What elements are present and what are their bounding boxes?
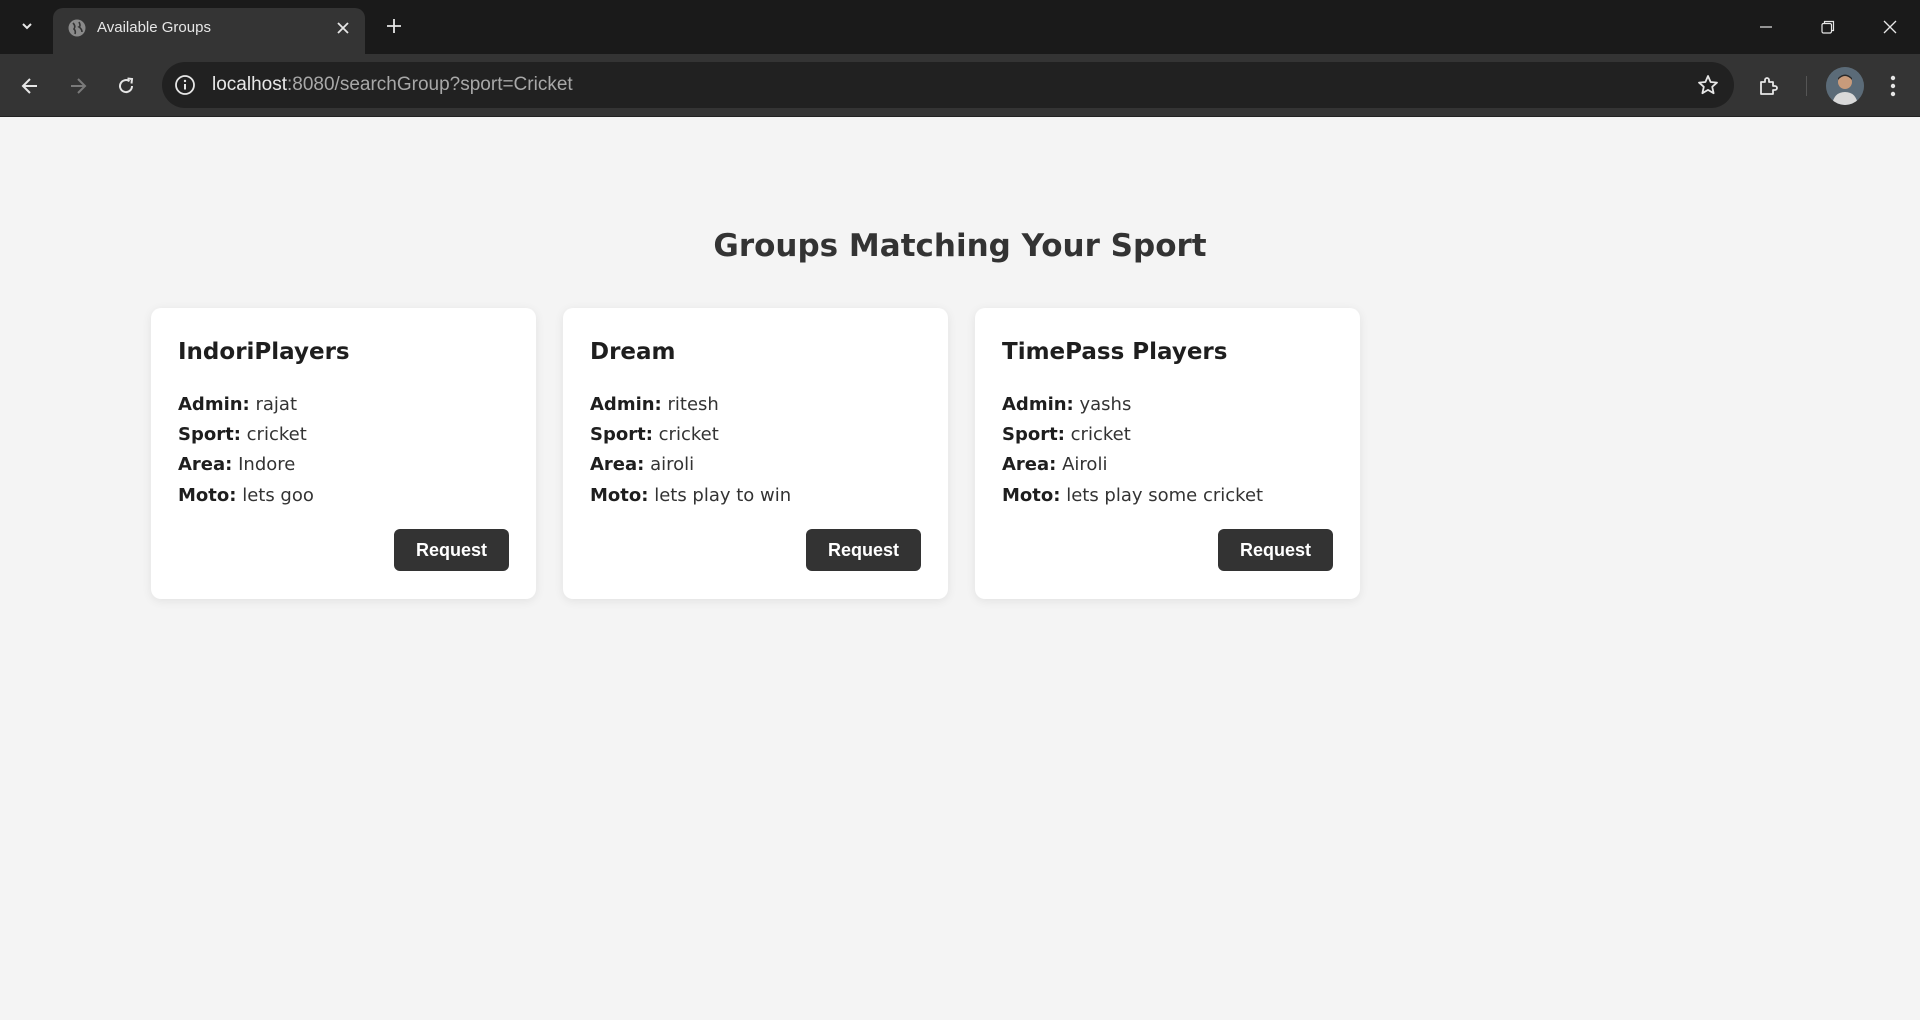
sport-value: cricket [1070,424,1131,445]
area-value: Indore [238,454,296,475]
restore-button[interactable] [1797,0,1859,54]
star-icon[interactable] [1696,73,1720,97]
group-name: TimePass Players [1002,339,1228,365]
group-area: Area: Airoli [1002,454,1107,475]
area-label: Area: [590,454,645,475]
forward-button[interactable] [61,69,95,103]
area-label: Area: [178,454,233,475]
admin-value: rajat [255,394,298,415]
group-moto: Moto: lets play to win [590,485,791,506]
new-tab-button[interactable] [379,11,409,41]
area-value: Airoli [1062,454,1108,475]
back-button[interactable] [13,69,47,103]
group-admin: Admin: ritesh [590,394,719,415]
group-card: TimePass Players Admin: yashs Sport: cri… [975,308,1360,599]
close-window-button[interactable] [1859,0,1920,54]
moto-label: Moto: [1002,485,1061,506]
puzzle-icon [1760,77,1778,95]
tab-close-button[interactable] [331,16,355,40]
group-area: Area: airoli [590,454,694,475]
browser-toolbar: localhost:8080/searchGroup?sport=Cricket [0,54,1920,117]
sport-value: cricket [658,424,719,445]
sport-value: cricket [246,424,307,445]
plus-icon [387,19,401,33]
area-value: airoli [650,454,695,475]
moto-value: lets play some cricket [1066,485,1264,506]
tab-search-button[interactable] [12,11,42,41]
reload-button[interactable] [109,69,143,103]
admin-label: Admin: [1002,394,1074,415]
reload-icon [119,77,134,94]
admin-label: Admin: [590,394,662,415]
group-sport: Sport: cricket [590,424,719,445]
page-title: Groups Matching Your Sport [713,228,1207,264]
moto-value: lets play to win [654,485,792,506]
globe-icon [68,19,86,37]
chevron-down-icon [22,23,32,30]
page-content: Groups Matching Your Sport IndoriPlayers… [0,117,1920,1020]
group-card: Dream Admin: ritesh Sport: cricket Area:… [563,308,948,599]
group-sport: Sport: cricket [178,424,307,445]
minimize-button[interactable] [1735,0,1797,54]
profile-avatar-icon [1826,67,1864,105]
admin-value: ritesh [667,394,719,415]
moto-value: lets goo [242,485,314,506]
tab-available-groups[interactable]: Available Groups [53,8,365,54]
sport-label: Sport: [590,424,653,445]
minimize-icon [1760,26,1772,28]
toolbar-divider [1806,76,1807,96]
group-moto: Moto: lets play some cricket [1002,485,1263,506]
url-path: :8080/searchGroup?sport=Cricket [287,74,573,95]
arrow-left-icon [21,78,37,94]
tab-title: Available Groups [97,19,211,36]
group-admin: Admin: rajat [178,394,297,415]
admin-value: yashs [1079,394,1132,415]
avatar[interactable] [1826,67,1864,105]
moto-label: Moto: [178,485,237,506]
request-button[interactable]: Request [394,529,509,571]
more-vertical-icon [1890,75,1896,97]
sport-label: Sport: [1002,424,1065,445]
restore-icon [1821,20,1835,34]
request-button[interactable]: Request [1218,529,1333,571]
extensions-button[interactable] [1752,69,1786,103]
group-area: Area: Indore [178,454,295,475]
group-moto: Moto: lets goo [178,485,314,506]
group-card-list: IndoriPlayers Admin: rajat Sport: cricke… [151,308,1360,599]
address-bar[interactable]: localhost:8080/searchGroup?sport=Cricket [162,62,1734,108]
close-icon [1883,20,1897,34]
group-name: Dream [590,339,676,365]
group-card: IndoriPlayers Admin: rajat Sport: cricke… [151,308,536,599]
tab-bar: Available Groups [0,0,1920,54]
sport-label: Sport: [178,424,241,445]
group-admin: Admin: yashs [1002,394,1131,415]
info-icon[interactable] [174,74,196,96]
close-icon [337,22,349,34]
url-host: localhost [212,74,287,95]
arrow-right-icon [71,78,87,94]
group-sport: Sport: cricket [1002,424,1131,445]
browser-menu-button[interactable] [1876,69,1910,103]
request-button[interactable]: Request [806,529,921,571]
admin-label: Admin: [178,394,250,415]
moto-label: Moto: [590,485,649,506]
area-label: Area: [1002,454,1057,475]
group-name: IndoriPlayers [178,339,350,365]
url-text[interactable]: localhost:8080/searchGroup?sport=Cricket [212,74,573,96]
